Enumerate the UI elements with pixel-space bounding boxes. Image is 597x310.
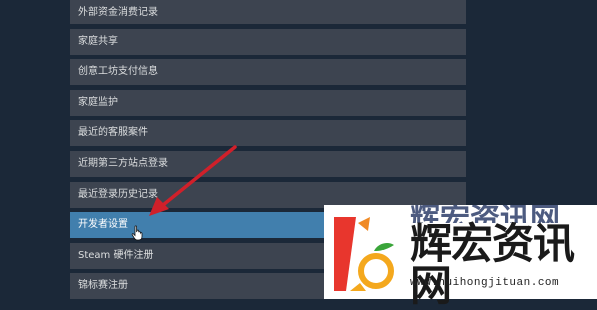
menu-item-third-party-logins[interactable]: 近期第三方站点登录	[70, 150, 466, 177]
site-watermark: 辉宏资讯网 辉宏资讯网 www.huihongjituan.com	[324, 205, 597, 307]
menu-item-workshop-payment[interactable]: 创意工坊支付信息	[70, 59, 466, 86]
menu-item-login-history[interactable]: 最近登录历史记录	[70, 181, 466, 208]
menu-item-support-cases[interactable]: 最近的客服案件	[70, 120, 466, 147]
menu-item-external-funds[interactable]: 外部资金消费记录	[70, 0, 466, 24]
site-logo-icon	[334, 217, 394, 291]
watermark-url: www.huihongjituan.com	[410, 277, 560, 289]
hand-cursor-icon	[131, 225, 143, 241]
menu-item-family-sharing[interactable]: 家庭共享	[70, 28, 466, 55]
menu-item-family-view[interactable]: 家庭监护	[70, 89, 466, 116]
watermark-title: 辉宏资讯网	[410, 219, 575, 310]
